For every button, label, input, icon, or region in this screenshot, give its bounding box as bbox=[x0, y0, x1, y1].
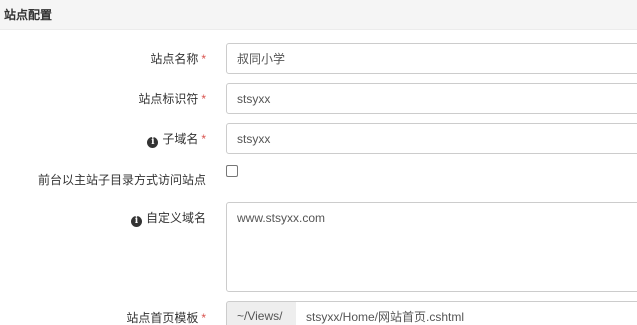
custom-domain-label-text: 自定义域名 bbox=[145, 211, 206, 225]
site-id-label: 站点标识符 * bbox=[138, 91, 206, 107]
custom-domain-label: i 自定义域名 bbox=[130, 210, 206, 227]
panel-title: 站点配置 bbox=[4, 8, 53, 22]
custom-domain-textarea[interactable]: www.stsyxx.com bbox=[226, 202, 637, 292]
site-name-label-text: 站点名称 bbox=[150, 52, 199, 66]
panel-header: 站点配置 bbox=[0, 0, 637, 30]
site-id-input[interactable] bbox=[226, 83, 637, 114]
subdir-access-label-text: 前台以主站子目录方式访问站点 bbox=[37, 173, 206, 187]
subdir-access-label: 前台以主站子目录方式访问站点 bbox=[38, 172, 206, 188]
home-template-label-text: 站点首页模板 bbox=[126, 311, 199, 325]
subdomain-label-text: 子域名 bbox=[162, 132, 199, 146]
site-id-label-text: 站点标识符 bbox=[138, 92, 199, 106]
info-circle-icon: i bbox=[147, 137, 159, 148]
required-mark: * bbox=[201, 52, 206, 66]
site-name-label: 站点名称 * bbox=[150, 51, 206, 67]
required-mark: * bbox=[201, 132, 206, 146]
subdomain-label: i 子域名 * bbox=[147, 131, 206, 148]
home-template-label: 站点首页模板 * bbox=[126, 310, 206, 325]
home-template-input[interactable] bbox=[296, 301, 637, 325]
subdomain-input[interactable] bbox=[226, 123, 637, 154]
site-name-input[interactable] bbox=[226, 43, 637, 74]
subdir-access-checkbox[interactable] bbox=[226, 165, 238, 177]
info-circle-icon: i bbox=[130, 216, 142, 227]
required-mark: * bbox=[201, 311, 206, 325]
views-path-prefix: ~/Views/ bbox=[226, 301, 297, 325]
required-mark: * bbox=[201, 92, 206, 106]
